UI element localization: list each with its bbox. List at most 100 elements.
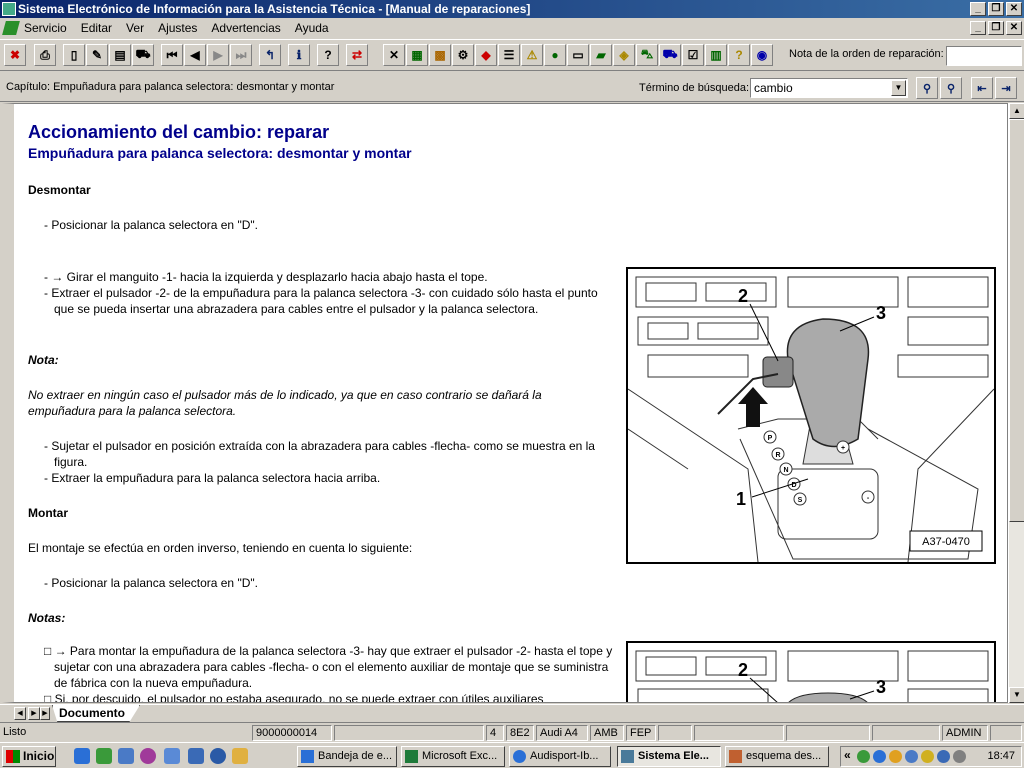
tab-last-icon[interactable]: ▶ — [40, 707, 50, 720]
document-quick-icon[interactable] — [164, 748, 180, 764]
indent-left-icon[interactable]: ⇤ — [971, 77, 993, 99]
book-icon[interactable]: ▰ — [590, 44, 612, 66]
doc-minimize-button[interactable]: _ — [970, 21, 986, 35]
step-rotate-sleeve: - → Girar el manguito -1- hacia la izqui… — [44, 270, 488, 284]
security-icon[interactable] — [889, 750, 902, 763]
clipboard-icon[interactable]: ▤ — [109, 44, 131, 66]
modules-icon[interactable]: ▩ — [429, 44, 451, 66]
desktop-icon[interactable] — [118, 748, 134, 764]
ie-icon[interactable] — [74, 748, 90, 764]
doc-restore-button[interactable]: ❐ — [988, 21, 1004, 35]
task-sistema-label: Sistema Ele... — [638, 750, 709, 762]
chevron-down-icon[interactable]: ▼ — [891, 80, 906, 96]
music-icon[interactable] — [96, 748, 112, 764]
media-icon[interactable] — [140, 748, 156, 764]
system-tray: « 18:47 — [840, 746, 1022, 767]
menu-servicio[interactable]: Servicio — [24, 18, 67, 38]
scroll-thumb[interactable] — [1009, 119, 1024, 522]
minimize-button[interactable]: _ — [970, 2, 986, 16]
repair-order-field[interactable] — [946, 46, 1022, 66]
player-icon[interactable] — [210, 748, 226, 764]
task-esquema[interactable]: esquema des... — [725, 746, 829, 767]
network-icon[interactable] — [873, 750, 886, 763]
tab-next-icon[interactable]: ▶ — [28, 707, 40, 720]
list-icon[interactable]: ☰ — [498, 44, 520, 66]
menu-ayuda[interactable]: Ayuda — [295, 18, 329, 38]
help-icon[interactable]: ? — [317, 44, 339, 66]
switch-icon[interactable]: ⇄ — [346, 44, 368, 66]
search-term-combo[interactable]: cambio ▼ — [750, 78, 908, 98]
status-model-code: 8E2 — [506, 725, 534, 741]
last-page-icon[interactable]: ⏭ — [230, 44, 252, 66]
messenger-icon[interactable] — [857, 750, 870, 763]
save-icon[interactable]: ▭ — [567, 44, 589, 66]
bookmark-icon[interactable]: ◈ — [613, 44, 635, 66]
edit-document-icon[interactable]: ✎ — [86, 44, 108, 66]
task-outlook-label: Bandeja de e... — [318, 750, 393, 762]
vehicle-icon[interactable]: ⛟ — [132, 44, 154, 66]
indent-right-icon[interactable]: ⇥ — [995, 77, 1017, 99]
nota-text: No extraer en ningún caso el pulsador má… — [28, 388, 542, 418]
tools-icon[interactable]: ✕ — [383, 44, 405, 66]
info-icon[interactable]: ℹ — [288, 44, 310, 66]
checklist-icon[interactable]: ☑ — [682, 44, 704, 66]
task-sistema[interactable]: Sistema Ele... — [617, 746, 721, 767]
task-audisport[interactable]: Audisport-Ib... — [509, 746, 611, 767]
globe-icon[interactable]: ● — [544, 44, 566, 66]
tab-prev-icon[interactable]: ◀ — [14, 707, 26, 720]
new-document-icon[interactable]: ▯ — [63, 44, 85, 66]
restore-button[interactable]: ❐ — [988, 2, 1004, 16]
task-outlook[interactable]: Bandeja de e... — [297, 746, 397, 767]
scroll-up-icon[interactable]: ▲ — [1009, 103, 1024, 119]
scroll-down-icon[interactable]: ▼ — [1009, 687, 1024, 703]
exit-icon[interactable]: ✖ — [4, 44, 26, 66]
document-icon — [2, 21, 20, 35]
montar-text: El montaje se efectúa en orden inverso, … — [28, 541, 413, 555]
alert-icon[interactable] — [921, 750, 934, 763]
world-icon[interactable]: ◉ — [751, 44, 773, 66]
truck-icon[interactable]: ⛟ — [659, 44, 681, 66]
nota-heading: Nota: — [28, 353, 59, 367]
menu-ajustes[interactable]: Ajustes — [158, 18, 197, 38]
first-page-icon[interactable]: ⏮ — [161, 44, 183, 66]
browser-icon[interactable] — [188, 748, 204, 764]
engine-icon[interactable]: ⚙ — [452, 44, 474, 66]
notas-heading: Notas: — [28, 611, 66, 625]
nota-item-montar: □ → Para montar la empuñadura de la pala… — [44, 644, 613, 690]
grid-icon[interactable]: ▦ — [406, 44, 428, 66]
menu-advertencias[interactable]: Advertencias — [211, 18, 280, 38]
sync-icon[interactable] — [905, 750, 918, 763]
previous-icon[interactable]: ◀ — [184, 44, 206, 66]
step-position-d-montar: - Posicionar la palanca selectora en "D"… — [44, 576, 258, 590]
doc-close-button[interactable]: ✕ — [1006, 21, 1022, 35]
menu-editar[interactable]: Editar — [81, 18, 112, 38]
search-next-icon[interactable]: ⚲ — [940, 77, 962, 99]
title-bar: Sistema Electrónico de Información para … — [0, 0, 1024, 18]
tray-expand-icon[interactable]: « — [844, 748, 851, 762]
task-excel[interactable]: Microsoft Exc... — [401, 746, 505, 767]
next-icon[interactable]: ▶ — [207, 44, 229, 66]
status-user: ADMIN — [942, 725, 988, 741]
document-content: Accionamiento del cambio: reparar Empuña… — [16, 104, 1006, 702]
step-extract-button: - Extraer el pulsador -2- de la empuñadu… — [44, 286, 598, 316]
go-up-icon[interactable]: ↰ — [259, 44, 281, 66]
menu-ver[interactable]: Ver — [126, 18, 144, 38]
menu-bar: Servicio Editar Ver Ajustes Advertencias… — [0, 18, 1024, 38]
manual-icon[interactable]: ◆ — [475, 44, 497, 66]
warning-icon[interactable]: ⚠ — [521, 44, 543, 66]
books-icon[interactable]: ▥ — [705, 44, 727, 66]
search-icon[interactable]: ⚲ — [916, 77, 938, 99]
vertical-scrollbar[interactable]: ▲ ▼ — [1008, 103, 1024, 703]
close-button[interactable]: ✕ — [1006, 2, 1022, 16]
callout-3-fig2: 3 — [876, 677, 886, 697]
folder-icon[interactable] — [232, 748, 248, 764]
car-icon[interactable]: ⛍ — [636, 44, 658, 66]
help-book-icon[interactable]: ? — [728, 44, 750, 66]
print-icon[interactable]: ⎙ — [34, 44, 56, 66]
display-icon[interactable] — [937, 750, 950, 763]
volume-icon[interactable] — [953, 750, 966, 763]
taskbar: Inicio Bandeja de e... Microsoft Exc... … — [0, 742, 1024, 768]
tab-documento[interactable]: Documento — [52, 705, 140, 722]
gear-label-p: P — [768, 435, 773, 442]
start-button[interactable]: Inicio — [2, 746, 56, 767]
